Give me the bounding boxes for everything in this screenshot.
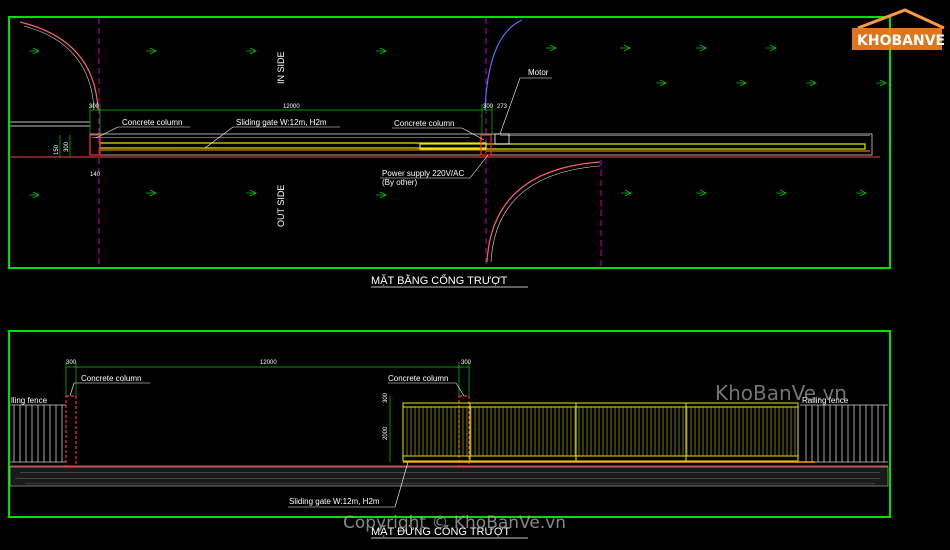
railing-fence-right <box>800 404 888 463</box>
plan-dim-side-b: 300 <box>64 141 70 152</box>
elev-dim-right-small: 300 <box>461 360 472 366</box>
plan-inside-label: IN SIDE <box>276 51 286 84</box>
plan-gate-label: Sliding gate W:12m, H2m <box>236 118 327 127</box>
copyright-watermark: Copyright © KhoBanVe.vn <box>343 513 566 533</box>
arc-top-middle <box>484 19 523 111</box>
gate-bars <box>406 407 796 456</box>
plan-power-note: (By other) <box>382 178 417 187</box>
elevation-leaders <box>69 382 465 508</box>
plan-power-label: Power supply 220V/AC <box>382 169 464 178</box>
plan-concrete-column-right: Concrete column <box>394 119 454 128</box>
logo-roof-icon <box>857 8 945 30</box>
elevation-view: 300 12000 300 300 2000 Concrete column C… <box>8 330 891 539</box>
column-left-elevation <box>65 395 77 468</box>
elev-dim-vert-b: 2000 <box>383 426 389 440</box>
railing-fence-left <box>10 404 66 463</box>
site-watermark: KhoBanVe.vn <box>715 381 847 405</box>
arc-bottom-middle-inner <box>490 165 601 263</box>
arc-top-left-inner <box>23 25 95 111</box>
left-wall <box>10 121 90 127</box>
arc-bottom-middle <box>486 161 601 263</box>
plan-concrete-column-left: Concrete column <box>122 118 182 127</box>
elev-concrete-column-right: Concrete column <box>388 374 448 383</box>
elev-dim-vert-a: 300 <box>383 392 389 403</box>
plan-dim-below: 140 <box>90 172 101 178</box>
elev-gate-label: Sliding gate W:12m, H2m <box>289 497 380 506</box>
plan-dim-side-a: 150 <box>54 144 60 155</box>
logo-text: KHOBANVE <box>857 33 945 49</box>
elev-dim-left-small: 300 <box>66 360 77 366</box>
gate-leaf-stored <box>419 143 866 150</box>
plan-title: MẶT BẰNG CỔNG TRƯỢT <box>371 274 508 287</box>
plan-view: 12000 300 300 273 140 150 300 IN SIDE OU… <box>8 16 891 288</box>
cad-drawing-canvas: 12000 300 300 273 140 150 300 IN SIDE OU… <box>8 8 945 539</box>
elev-dim-total: 12000 <box>260 360 277 366</box>
plan-dim-right-small: 300 <box>483 104 494 110</box>
plan-dim-total: 12000 <box>283 104 300 110</box>
arc-top-left <box>19 21 99 111</box>
plan-dim-left-small: 300 <box>89 104 100 110</box>
plan-outside-label: OUT SIDE <box>276 185 286 227</box>
plan-dim-right-small2: 273 <box>497 104 508 110</box>
elev-fence-left: lling fence <box>11 396 48 405</box>
elev-concrete-column-left: Concrete column <box>81 374 141 383</box>
plan-motor-label: Motor <box>528 68 549 77</box>
elevation-frame <box>8 330 891 518</box>
